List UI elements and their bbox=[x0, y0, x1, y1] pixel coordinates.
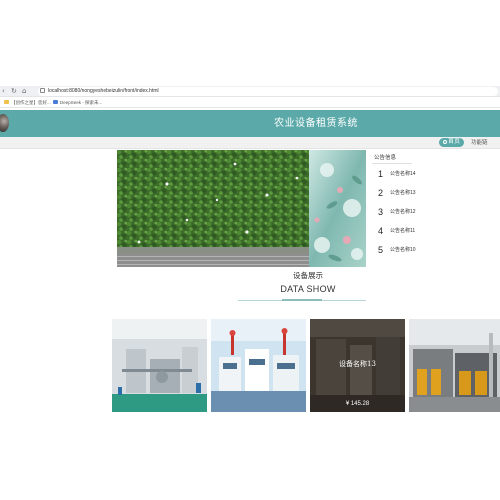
product-name: 设备名称13 bbox=[339, 360, 376, 368]
notice-label: 公告名称14 bbox=[390, 171, 416, 177]
nav-home-label: 首页 bbox=[447, 139, 460, 145]
notice-label: 公告名称13 bbox=[390, 190, 416, 196]
nav-link-item[interactable]: 功能链 bbox=[471, 139, 488, 147]
product-card[interactable] bbox=[409, 319, 500, 412]
nav-bar bbox=[0, 137, 500, 149]
notice-panel bbox=[368, 150, 500, 267]
section-divider-accent bbox=[282, 299, 322, 301]
product-image bbox=[409, 319, 500, 412]
section-title: 设备展示 bbox=[293, 271, 323, 280]
bookmark-page-icon bbox=[53, 100, 58, 104]
back-icon[interactable]: ‹ bbox=[2, 87, 5, 95]
home-icon[interactable]: ⌂ bbox=[22, 87, 26, 95]
product-card[interactable] bbox=[112, 319, 207, 412]
notice-label: 公告名称10 bbox=[390, 247, 416, 253]
page: ‹ ↻ ⌂ localhost:8080/nongyeshebeizulin/f… bbox=[0, 0, 500, 500]
product-image bbox=[112, 319, 207, 412]
notice-number: 3 bbox=[378, 207, 384, 217]
section-subtitle: DATA SHOW bbox=[280, 284, 336, 294]
notice-title: 公告信息 bbox=[374, 155, 397, 161]
nav-home-button[interactable]: 首页 bbox=[439, 138, 464, 147]
product-card[interactable]: 设备名称13 ¥ 145.28 bbox=[310, 319, 405, 412]
bookmark-item[interactable]: 【创作之星】您好... bbox=[11, 99, 51, 106]
url-text: localhost:8080/nongyeshebeizulin/front/i… bbox=[48, 88, 159, 94]
product-price: ¥ 145.28 bbox=[345, 401, 370, 407]
bookmark-item[interactable]: DeepSeek - 探索未... bbox=[60, 99, 102, 106]
notice-label: 公告名称12 bbox=[390, 209, 416, 215]
notice-number: 1 bbox=[378, 169, 384, 179]
site-title: 农业设备租赁系统 bbox=[274, 118, 358, 129]
notice-number: 5 bbox=[378, 245, 384, 255]
home-nav-icon bbox=[442, 139, 447, 144]
reload-icon[interactable]: ↻ bbox=[11, 87, 17, 95]
notice-label: 公告名称11 bbox=[390, 228, 416, 234]
notice-number: 4 bbox=[378, 226, 384, 236]
banner-image bbox=[117, 150, 366, 267]
divider bbox=[372, 163, 412, 164]
bookmark-folder-icon bbox=[4, 100, 9, 104]
product-image bbox=[211, 319, 306, 412]
product-card[interactable] bbox=[211, 319, 306, 412]
notice-number: 2 bbox=[378, 188, 384, 198]
banner-carousel[interactable] bbox=[117, 150, 366, 267]
site-info-icon[interactable] bbox=[40, 88, 45, 93]
